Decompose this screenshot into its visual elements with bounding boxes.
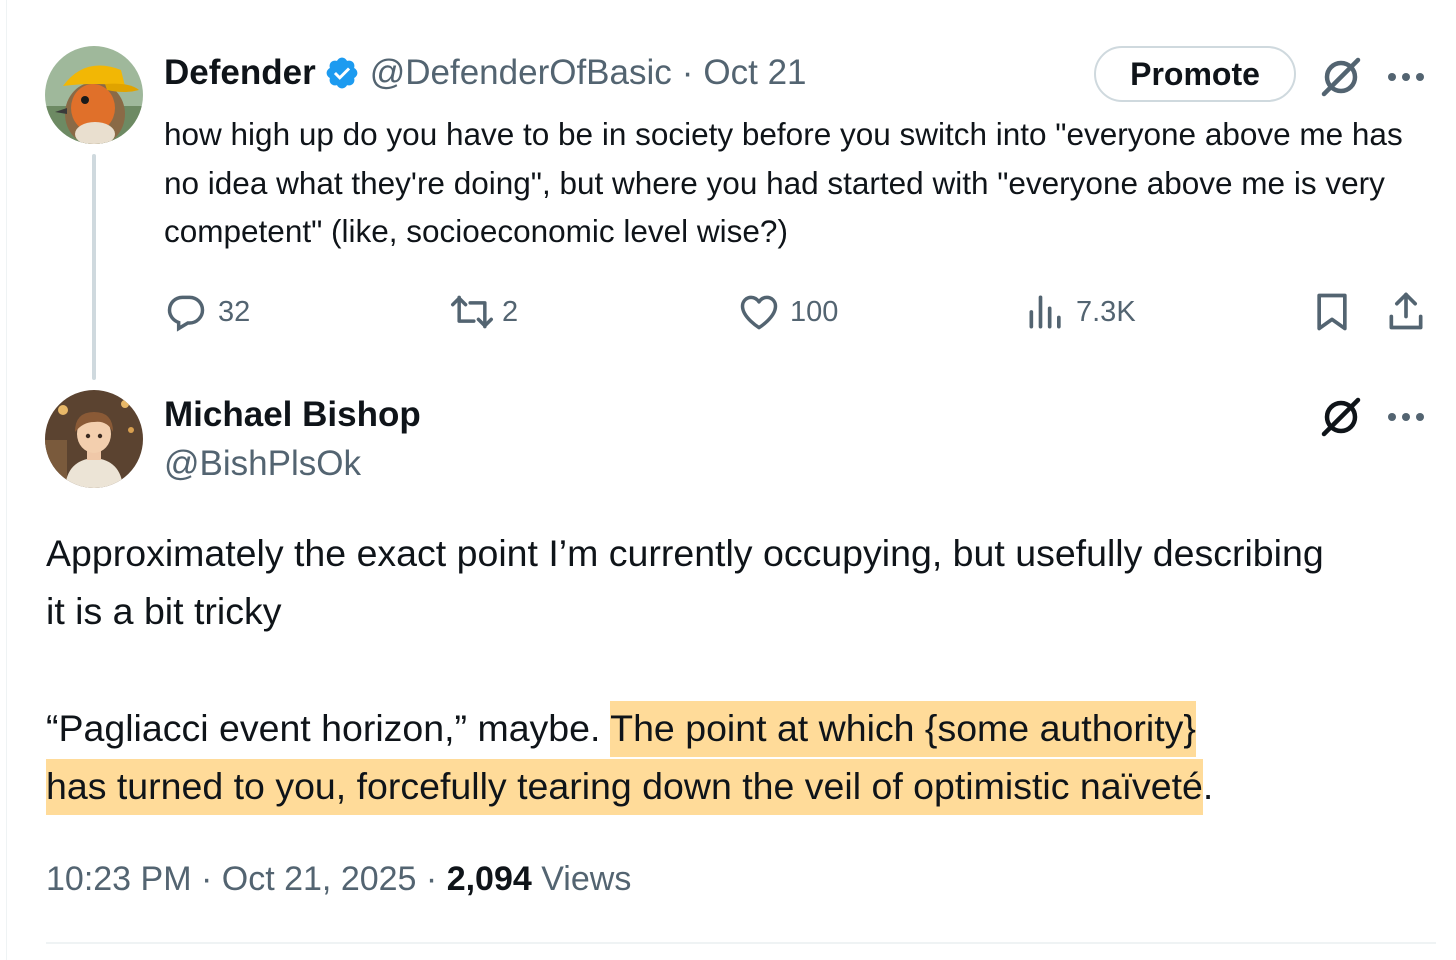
promote-button[interactable]: Promote — [1094, 46, 1296, 102]
share-icon[interactable] — [1384, 288, 1428, 339]
reply-paragraph-1: Approximately the exact point I’m curren… — [46, 532, 1324, 632]
repost-action[interactable]: 2 — [448, 290, 518, 334]
meta-dot: · — [200, 860, 213, 898]
reply-count: 32 — [218, 295, 251, 328]
header-separator: · — [681, 53, 694, 92]
reply-author-handle[interactable]: @BishPlsOk — [164, 444, 361, 484]
thread-line — [92, 154, 96, 380]
reply-icon — [164, 290, 208, 334]
views-action[interactable]: 7.3K — [1024, 290, 1136, 334]
author-handle[interactable]: @DefenderOfBasic — [370, 53, 672, 93]
views-icon — [1024, 290, 1068, 334]
bottom-divider — [46, 942, 1436, 944]
like-count: 100 — [790, 295, 839, 328]
repost-icon — [448, 290, 496, 334]
reply-paragraph-2: “Pagliacci event horizon,” maybe. The po… — [46, 699, 1446, 815]
avatar-defender[interactable] — [45, 46, 143, 144]
like-icon — [736, 290, 782, 334]
parent-header: Defender @DefenderOfBasic · Oct 21 — [164, 52, 807, 94]
more-icon[interactable] — [1386, 70, 1426, 88]
verified-badge-icon — [324, 55, 360, 91]
reply-author-name[interactable]: Michael Bishop — [164, 395, 421, 435]
meta-dot: · — [425, 860, 438, 898]
more-icon[interactable] — [1386, 410, 1426, 428]
views-count: 7.3K — [1076, 295, 1136, 328]
views-label: Views — [541, 860, 632, 898]
left-border — [6, 0, 7, 960]
reply-action[interactable]: 32 — [164, 290, 250, 334]
bookmark-icon[interactable] — [1310, 290, 1354, 339]
author-name[interactable]: Defender — [164, 53, 316, 93]
grok-icon[interactable] — [1318, 394, 1364, 445]
tweet-meta: 10:23 PM · Oct 21, 2025 · 2,094 Views — [46, 860, 631, 899]
repost-count: 2 — [502, 295, 519, 328]
highlighted-text-line-2: has turned to you, forcefully tearing do… — [46, 759, 1203, 815]
tweet-full-date[interactable]: Oct 21, 2025 — [222, 860, 417, 898]
avatar-michael-bishop[interactable] — [45, 390, 143, 488]
tweet-time[interactable]: 10:23 PM — [46, 860, 192, 898]
grok-icon[interactable] — [1318, 54, 1364, 105]
reply-end-punctuation: . — [1202, 765, 1214, 807]
parent-tweet-text: how high up do you have to be in society… — [164, 116, 1403, 249]
like-action[interactable]: 100 — [736, 290, 838, 334]
highlighted-text-line-1: The point at which {some authority} — [610, 701, 1196, 757]
views-count-bold: 2,094 — [446, 860, 532, 898]
tweet-date[interactable]: Oct 21 — [703, 53, 806, 93]
reply-plain-text: “Pagliacci event horizon,” maybe. — [46, 707, 611, 749]
